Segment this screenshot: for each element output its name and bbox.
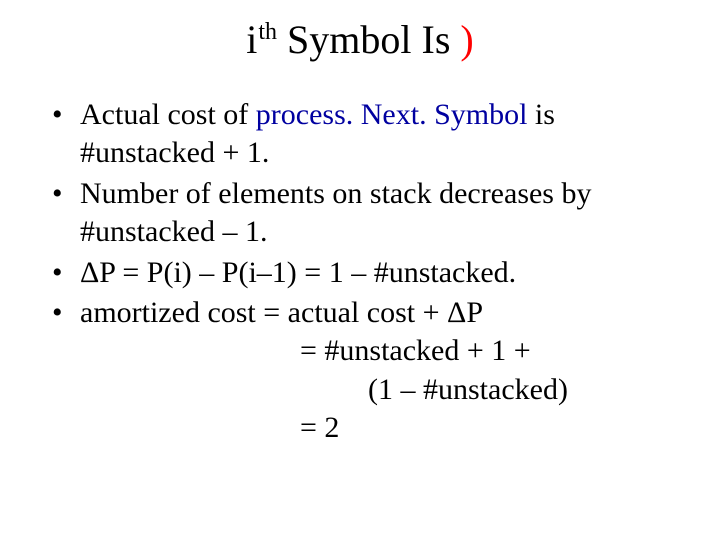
bullet-4-line-1: amortized cost = actual cost + ΔP: [80, 296, 483, 329]
bullet-1: Actual cost of process. Next. Symbol is …: [48, 96, 672, 173]
bullet-3-text: ΔP = P(i) – P(i–1) = 1 – #unstacked.: [80, 256, 516, 289]
slide: ith Symbol Is ) Actual cost of process. …: [0, 0, 720, 540]
bullet-1-function: process. Next. Symbol: [256, 98, 528, 131]
bullet-4-line-4: = 2: [80, 409, 672, 447]
title-i: i: [246, 17, 257, 62]
bullet-2: Number of elements on stack decreases by…: [48, 175, 672, 252]
bullet-1-text-a: Actual cost of: [80, 98, 256, 131]
bullet-list: Actual cost of process. Next. Symbol is …: [48, 96, 672, 448]
bullet-4-line-3: (1 – #unstacked): [80, 371, 672, 409]
title-sup-th: th: [258, 19, 277, 45]
title-paren: ): [460, 17, 473, 62]
bullet-4-line-2: = #unstacked + 1 +: [80, 332, 672, 370]
bullet-4: amortized cost = actual cost + ΔP = #uns…: [48, 294, 672, 448]
bullet-2-text: Number of elements on stack decreases by…: [80, 177, 591, 248]
bullet-3: ΔP = P(i) – P(i–1) = 1 – #unstacked.: [48, 254, 672, 292]
title-text: Symbol Is: [277, 17, 460, 62]
slide-title: ith Symbol Is ): [48, 18, 672, 62]
